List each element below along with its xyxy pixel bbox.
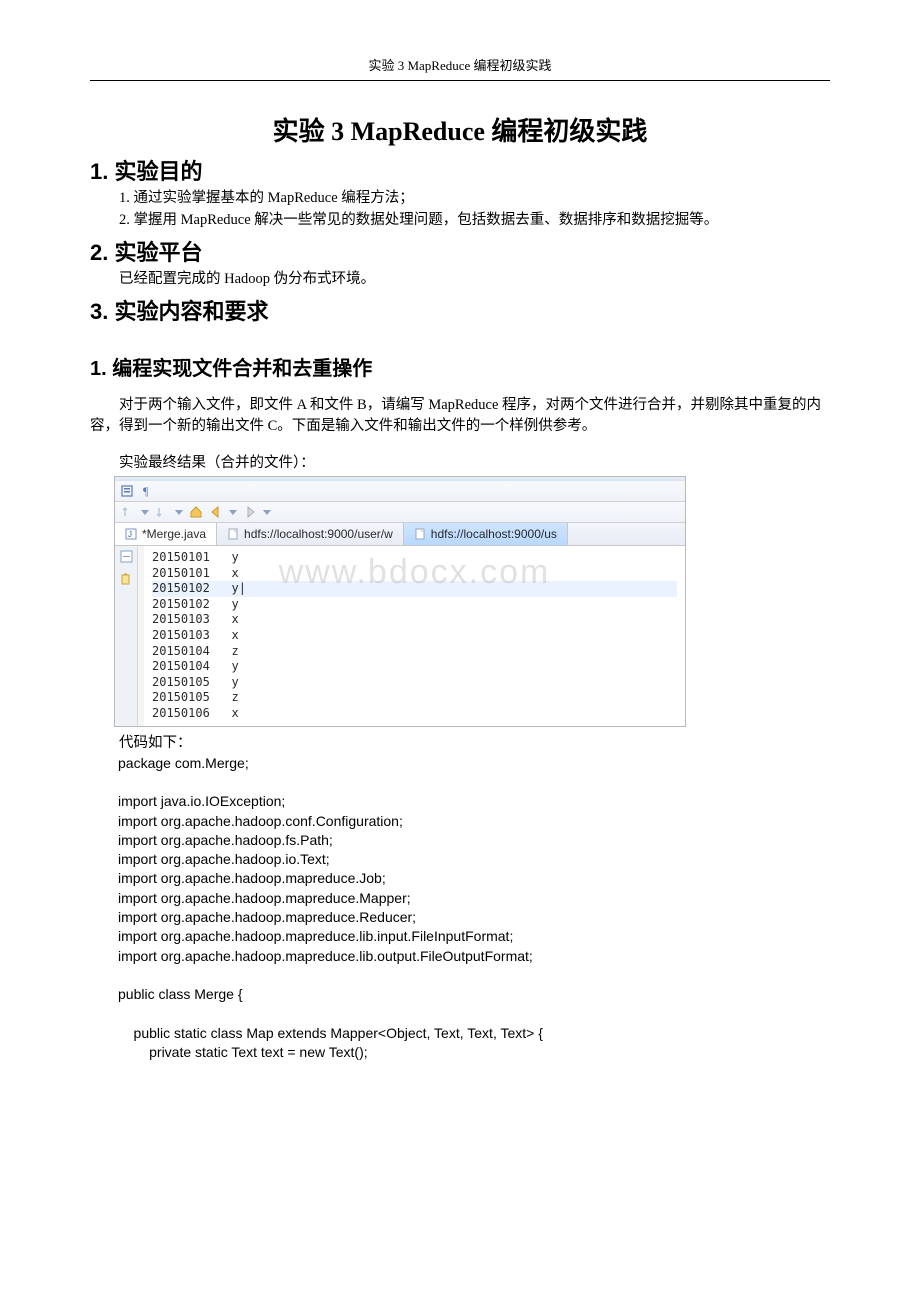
back-icon[interactable] — [209, 505, 223, 519]
tab-label: hdfs://localhost:9000/user/w — [244, 527, 393, 541]
output-row: 20150105 z — [152, 690, 677, 706]
paragraph: 对于两个输入文件，即文件 A 和文件 B，请编写 MapReduce 程序，对两… — [90, 395, 830, 437]
code-caption: 代码如下： — [119, 731, 830, 752]
subheading-task1: 1. 编程实现文件合并和去重操作 — [90, 352, 830, 381]
code-block: package com.Merge; import java.io.IOExce… — [118, 754, 830, 1063]
dropdown-icon[interactable] — [175, 510, 183, 515]
output-row: 20150104 z — [152, 644, 677, 660]
document-page: 实验 3 MapReduce 编程初级实践 实验 3 MapReduce 编程初… — [0, 0, 920, 1302]
editor-toolbar-2 — [115, 502, 685, 523]
output-row: 20150106 x — [152, 706, 677, 722]
output-row: 20150104 y — [152, 659, 677, 675]
heading-goal: 1. 实验目的 — [90, 154, 830, 186]
page-title: 实验 3 MapReduce 编程初级实践 — [90, 111, 830, 148]
running-head: 实验 3 MapReduce 编程初级实践 — [90, 55, 830, 81]
show-whitespace-icon[interactable]: ¶ — [141, 484, 155, 498]
file-icon — [414, 528, 426, 540]
heading-platform: 2. 实验平台 — [90, 235, 830, 267]
tab-label: hdfs://localhost:9000/us — [431, 527, 557, 541]
editor-gutter — [115, 546, 138, 726]
tab-hdfs-file[interactable]: hdfs://localhost:9000/user/w — [217, 523, 404, 545]
tab-label: *Merge.java — [142, 527, 206, 541]
home-icon[interactable] — [189, 505, 203, 519]
heading-content: 3. 实验内容和要求 — [90, 294, 830, 326]
dropdown-icon[interactable] — [263, 510, 271, 515]
screenshot-caption: 实验最终结果（合并的文件）： — [90, 451, 830, 472]
sort-asc-icon[interactable] — [121, 505, 135, 519]
collapse-icon[interactable] — [120, 550, 133, 563]
dropdown-icon[interactable] — [229, 510, 237, 515]
editor-screenshot: ¶ J*Merge.javahdfs://localhos — [114, 476, 686, 727]
output-row: 20150102 y| — [152, 581, 677, 597]
svg-text:¶: ¶ — [143, 484, 149, 498]
paragraph: 已经配置完成的 Hadoop 伪分布式环境。 — [90, 269, 830, 290]
paste-icon[interactable] — [120, 573, 133, 586]
paragraph: 2. 掌握用 MapReduce 解决一些常见的数据处理问题，包括数据去重、数据… — [90, 210, 830, 231]
java-file-icon: J — [125, 528, 137, 540]
output-row: 20150105 y — [152, 675, 677, 691]
paragraph: 1. 通过实验掌握基本的 MapReduce 编程方法； — [90, 188, 830, 209]
tab-java-file[interactable]: J *Merge.java — [115, 523, 217, 545]
svg-text:J: J — [128, 530, 132, 539]
output-row: 20150103 x — [152, 628, 677, 644]
output-row: 20150103 x — [152, 612, 677, 628]
editor-lines: www.bdocx.com 20150101 y20150101 x201501… — [144, 546, 685, 726]
output-row: 20150101 y — [152, 550, 677, 566]
output-row: 20150102 y — [152, 597, 677, 613]
output-row: 20150101 x — [152, 566, 677, 582]
dropdown-icon[interactable] — [141, 510, 149, 515]
forward-icon[interactable] — [243, 505, 257, 519]
toggle-breadcrumb-icon[interactable] — [121, 484, 135, 498]
editor-toolbar-1: ¶ — [115, 481, 685, 502]
editor-tab-bar: J *Merge.java hdfs://localhost:9000/user/w… — [115, 523, 685, 546]
sort-desc-icon[interactable] — [155, 505, 169, 519]
file-icon — [227, 528, 239, 540]
tab-hdfs-file[interactable]: hdfs://localhost:9000/us — [404, 523, 568, 545]
